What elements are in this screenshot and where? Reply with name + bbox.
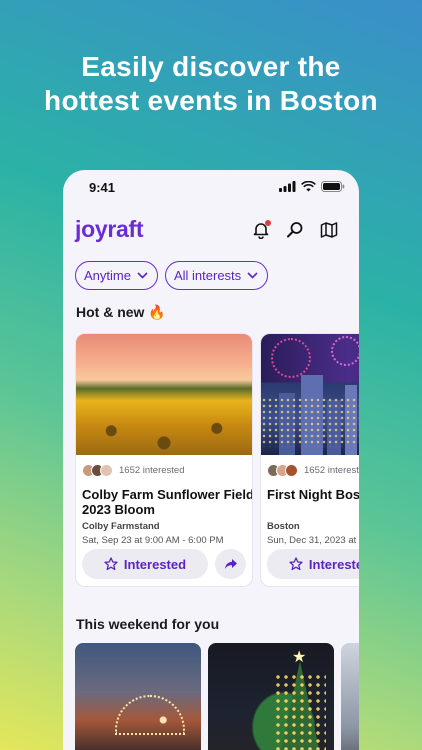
avatar (285, 463, 298, 477)
weekend-event-card[interactable] (341, 643, 359, 750)
event-image (76, 334, 252, 455)
interested-button-label: Interested (123, 556, 187, 572)
city-lights (261, 397, 359, 447)
event-title-line-2 (267, 502, 359, 517)
share-icon (224, 559, 237, 569)
event-venue: Boston (267, 521, 300, 532)
status-bar: 9:41 (63, 170, 359, 206)
tree-star-icon: ★ (292, 649, 307, 666)
event-date: Sun, Dec 31, 2023 at 2:00 PM (267, 535, 359, 546)
event-card[interactable]: 1652 interested First Night Boston Bosto… (260, 333, 359, 587)
event-actions: Interested (82, 549, 246, 579)
event-title-line-1: First Night Boston (267, 487, 359, 502)
interested-avatars (82, 463, 113, 477)
filter-time-label: Anytime (84, 268, 131, 283)
filter-time-dropdown[interactable]: Anytime (75, 261, 158, 290)
weekend-event-card[interactable]: ★ (208, 643, 334, 750)
interested-button[interactable]: Interested (82, 549, 208, 579)
avatar (100, 463, 113, 477)
holiday-lights (115, 695, 185, 735)
interested-button[interactable]: Interested (267, 549, 359, 579)
star-icon (289, 557, 303, 571)
header-actions (251, 220, 339, 240)
filter-chips: Anytime All interests (75, 261, 269, 290)
filter-interests-dropdown[interactable]: All interests (164, 261, 269, 290)
event-venue: Colby Farmstand (82, 521, 160, 532)
search-button[interactable] (285, 220, 305, 240)
status-time: 9:41 (89, 180, 116, 195)
app-logo: joyraft (75, 216, 144, 242)
weekend-events-carousel: ★ (75, 643, 359, 750)
event-actions: Interested (267, 549, 359, 579)
firework (331, 336, 359, 366)
interest-row: 1652 interested (267, 463, 359, 477)
event-title: First Night Boston (267, 487, 359, 517)
firework (271, 338, 311, 378)
event-date: Sat, Sep 23 at 9:00 AM - 6:00 PM (82, 535, 224, 546)
interested-count: 1652 interested (304, 464, 359, 476)
status-icons (279, 181, 345, 192)
chevron-down-icon (137, 272, 148, 279)
event-title: Colby Farm Sunflower Field 2023 Bloom (82, 487, 253, 517)
phone-screen: 9:41 joyraft Anytime All interests Hot &… (63, 170, 359, 750)
share-button[interactable] (215, 549, 246, 579)
star-icon (104, 557, 118, 571)
interested-avatars (267, 463, 298, 477)
weekend-event-card[interactable] (75, 643, 201, 750)
section-title-weekend: This weekend for you (76, 616, 220, 632)
tree-lights (274, 673, 326, 750)
section-title-hot-new: Hot & new 🔥 (76, 304, 166, 320)
event-image (261, 334, 359, 455)
marketing-headline: Easily discover the hottest events in Bo… (0, 50, 422, 118)
hot-events-carousel: 1652 interested Colby Farm Sunflower Fie… (75, 333, 359, 587)
event-title-line-1: Colby Farm Sunflower Field (82, 487, 253, 502)
interested-count: 1652 interested (119, 464, 185, 476)
interest-row: 1652 interested (82, 463, 246, 477)
event-details: 1652 interested Colby Farm Sunflower Fie… (76, 455, 252, 546)
map-icon (320, 222, 338, 238)
event-card[interactable]: 1652 interested Colby Farm Sunflower Fie… (75, 333, 253, 587)
event-details: 1652 interested First Night Boston Bosto… (261, 455, 359, 546)
signal-icon (279, 181, 296, 192)
app-header: joyraft (75, 214, 347, 246)
chevron-down-icon (247, 272, 258, 279)
notification-dot (265, 220, 271, 226)
wifi-icon (301, 181, 316, 192)
event-title-line-2: 2023 Bloom (82, 502, 155, 517)
headline-line-1: Easily discover the (81, 51, 341, 82)
headline-line-2: hottest events in Boston (44, 85, 378, 116)
notifications-button[interactable] (251, 220, 271, 240)
interested-button-label: Interested (308, 556, 359, 572)
battery-icon (321, 181, 345, 192)
map-button[interactable] (319, 220, 339, 240)
filter-interests-label: All interests (173, 268, 242, 283)
search-icon (287, 222, 303, 238)
